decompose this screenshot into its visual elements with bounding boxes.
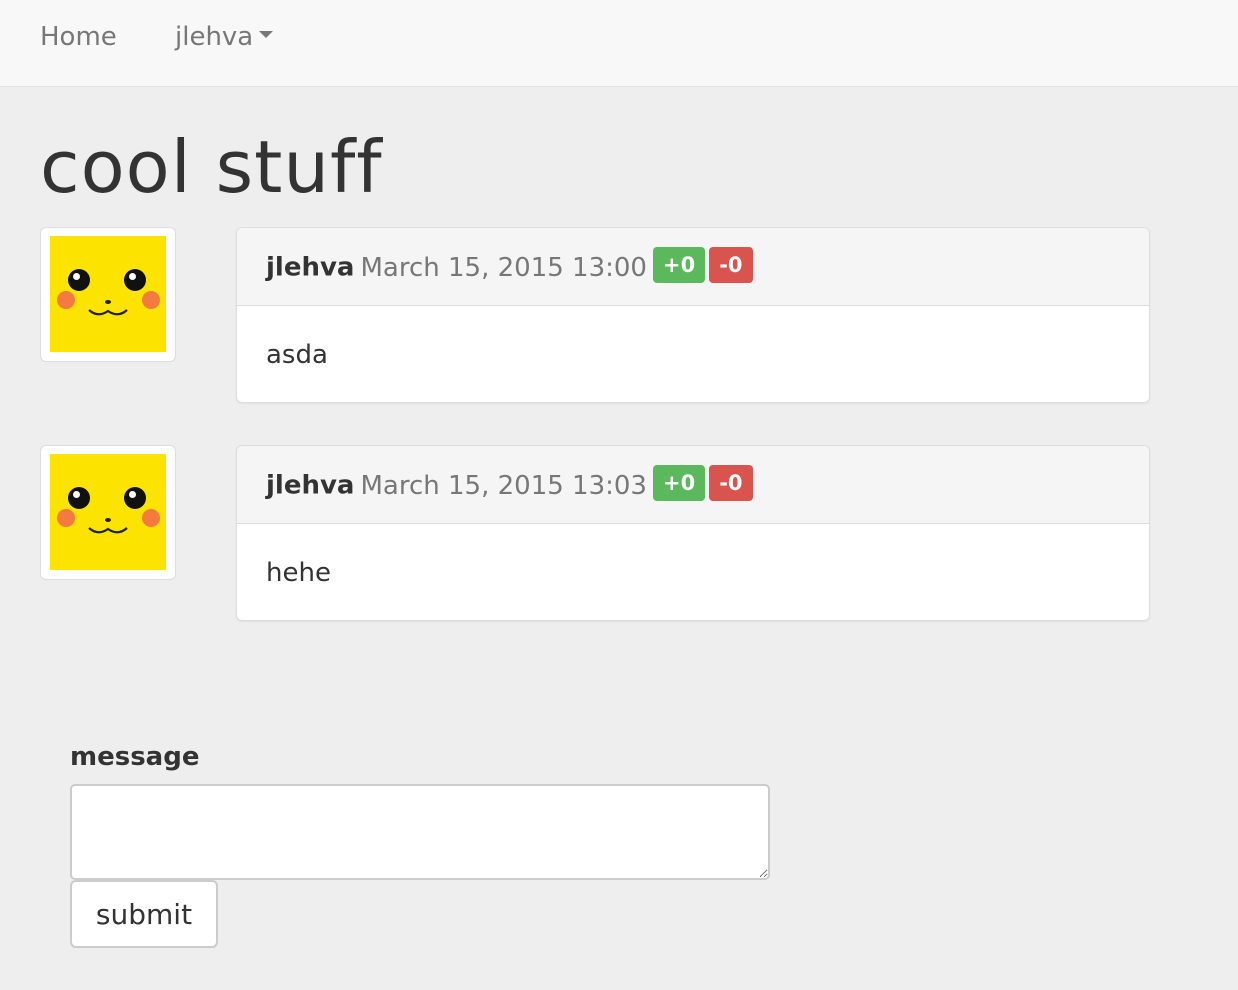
comment-date: March 15, 2015 13:00 (360, 252, 647, 283)
pikachu-face-icon (50, 236, 166, 352)
comment-body: hehe (266, 558, 331, 588)
comment-date: March 15, 2015 13:03 (360, 470, 647, 501)
comment-header: jlehva March 15, 2015 13:03 +0 -0 (237, 446, 1149, 524)
upvote-button[interactable]: +0 (652, 247, 706, 283)
comment-author[interactable]: jlehva (266, 253, 354, 283)
comment-item: jlehva March 15, 2015 13:00 +0 -0 asda (40, 227, 1150, 405)
comment-item: jlehva March 15, 2015 13:03 +0 -0 hehe (40, 445, 1150, 623)
comment-panel: jlehva March 15, 2015 13:00 +0 -0 asda (236, 227, 1150, 403)
comment-panel: jlehva March 15, 2015 13:03 +0 -0 hehe (236, 445, 1150, 621)
upvote-button[interactable]: +0 (652, 465, 706, 501)
page-title: cool stuff (40, 125, 383, 209)
message-label: message (70, 742, 200, 772)
user-menu-dropdown[interactable]: jlehva (175, 20, 274, 54)
submit-button[interactable]: submit (70, 880, 218, 948)
user-menu-label: jlehva (175, 22, 254, 52)
comment-header: jlehva March 15, 2015 13:00 +0 -0 (237, 228, 1149, 306)
downvote-button[interactable]: -0 (709, 247, 753, 283)
downvote-button[interactable]: -0 (709, 465, 753, 501)
avatar (40, 445, 176, 580)
comment-body: asda (266, 340, 328, 370)
comment-author[interactable]: jlehva (266, 471, 354, 501)
pikachu-face-icon (50, 454, 166, 570)
message-input[interactable] (70, 784, 770, 880)
caret-down-icon (259, 31, 274, 38)
avatar (40, 227, 176, 362)
navbar: Home jlehva (0, 0, 1238, 87)
nav-home-link[interactable]: Home (40, 20, 117, 54)
